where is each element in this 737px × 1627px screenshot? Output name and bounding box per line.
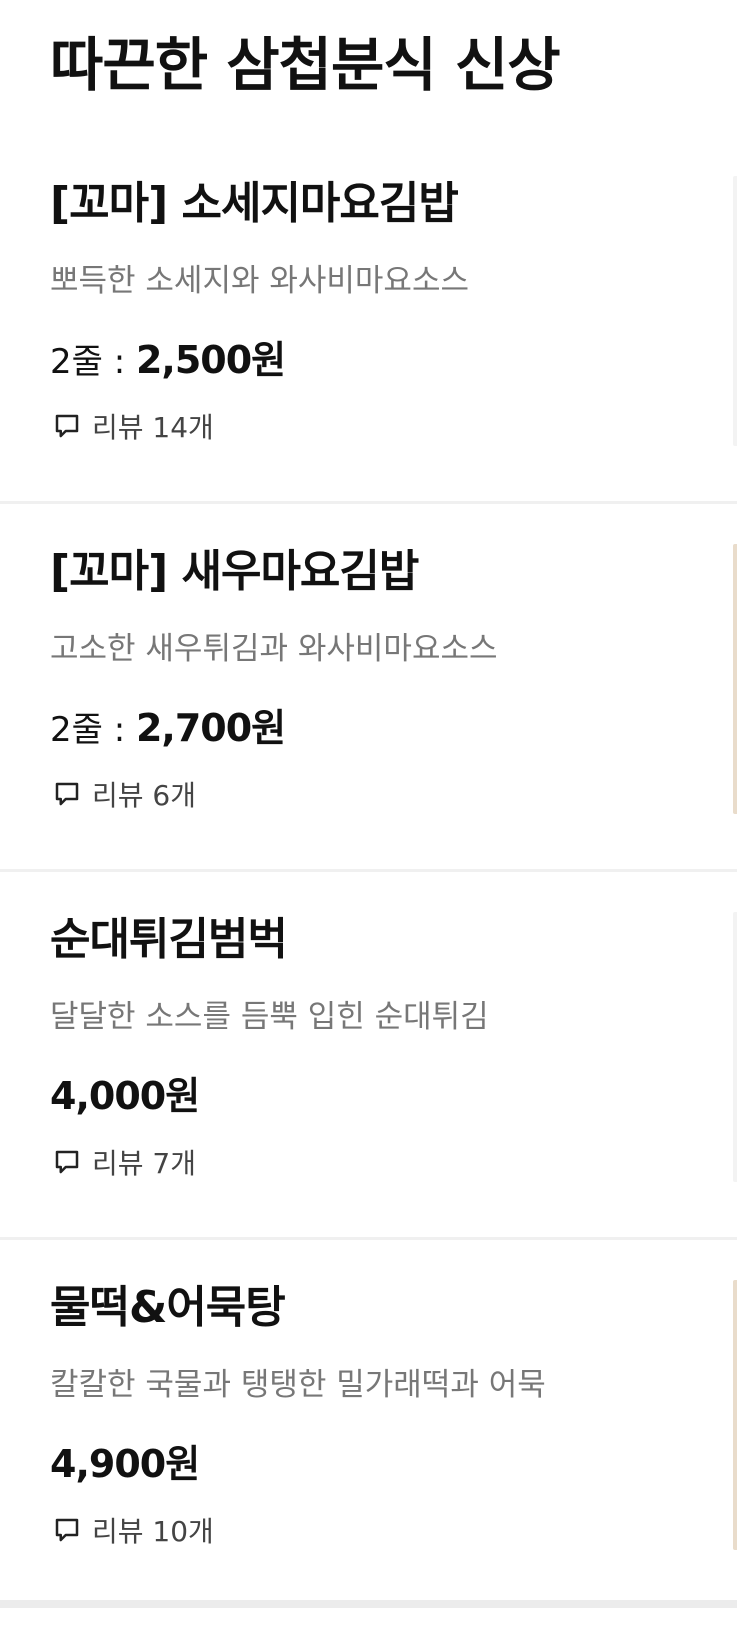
review-count: 리뷰 7개 (52, 1140, 196, 1184)
review-count-label: 리뷰 6개 (92, 779, 196, 812)
speech-bubble-icon (55, 1518, 79, 1542)
menu-item-description: 달달한 소스를 듬뿍 입힌 순대튀김 (50, 999, 489, 1035)
menu-item-thumbnail (733, 912, 737, 1182)
menu-item-name: [꼬마] 새우마요김밥 (50, 546, 419, 597)
speech-bubble-icon (55, 414, 79, 438)
review-count-label: 리뷰 7개 (92, 1147, 196, 1180)
menu-item-shrimp-mayo-gimbap[interactable]: [꼬마] 새우마요김밥 고소한 새우튀김과 와사비마요소스 2줄 : 2,700… (0, 504, 737, 872)
menu-item-description: 칼칼한 국물과 탱탱한 밀가래떡과 어묵 (50, 1367, 546, 1403)
review-count-label: 리뷰 14개 (92, 411, 214, 444)
price-value: 4,900원 (50, 1442, 200, 1486)
review-count: 리뷰 10개 (52, 1508, 214, 1552)
menu-item-price: 2줄 : 2,500원 (50, 332, 286, 396)
section-title: 따끈한 삼첩분식 신상 (50, 31, 561, 99)
speech-bubble-icon (55, 782, 79, 806)
menu-item-mulddeok-eomuktang[interactable]: 물떡&어묵탕 칼칼한 국물과 탱탱한 밀가래떡과 어묵 4,900원 리뷰 10… (0, 1240, 737, 1608)
menu-item-description: 뽀득한 소세지와 와사비마요소스 (50, 263, 469, 299)
price-value: 4,000원 (50, 1074, 200, 1118)
menu-item-name: 물떡&어묵탕 (50, 1282, 286, 1333)
review-count-label: 리뷰 10개 (92, 1515, 214, 1548)
menu-item-price: 2줄 : 2,700원 (50, 700, 286, 764)
menu-item-thumbnail (733, 176, 737, 446)
menu-item-price: 4,000원 (50, 1068, 200, 1132)
menu-item-name: [꼬마] 소세지마요김밥 (50, 178, 459, 229)
review-count: 리뷰 6개 (52, 772, 196, 816)
menu-item-price: 4,900원 (50, 1436, 200, 1500)
menu-item-sausage-mayo-gimbap[interactable]: [꼬마] 소세지마요김밥 뽀득한 소세지와 와사비마요소스 2줄 : 2,500… (0, 136, 737, 504)
menu-item-thumbnail (733, 1280, 737, 1550)
price-option-label: 2줄 : (50, 710, 136, 750)
menu-list: [꼬마] 소세지마요김밥 뽀득한 소세지와 와사비마요소스 2줄 : 2,500… (0, 136, 737, 1608)
menu-item-name: 순대튀김범벅 (50, 914, 288, 965)
menu-item-thumbnail (733, 544, 737, 814)
price-value: 2,500원 (135, 338, 286, 382)
review-count: 리뷰 14개 (52, 404, 214, 448)
price-value: 2,700원 (135, 706, 286, 750)
menu-item-description: 고소한 새우튀김과 와사비마요소스 (50, 631, 498, 667)
price-option-label: 2줄 : (50, 342, 136, 382)
speech-bubble-icon (55, 1150, 79, 1174)
menu-item-sundae-twigim[interactable]: 순대튀김범벅 달달한 소스를 듬뿍 입힌 순대튀김 4,000원 리뷰 7개 (0, 872, 737, 1240)
